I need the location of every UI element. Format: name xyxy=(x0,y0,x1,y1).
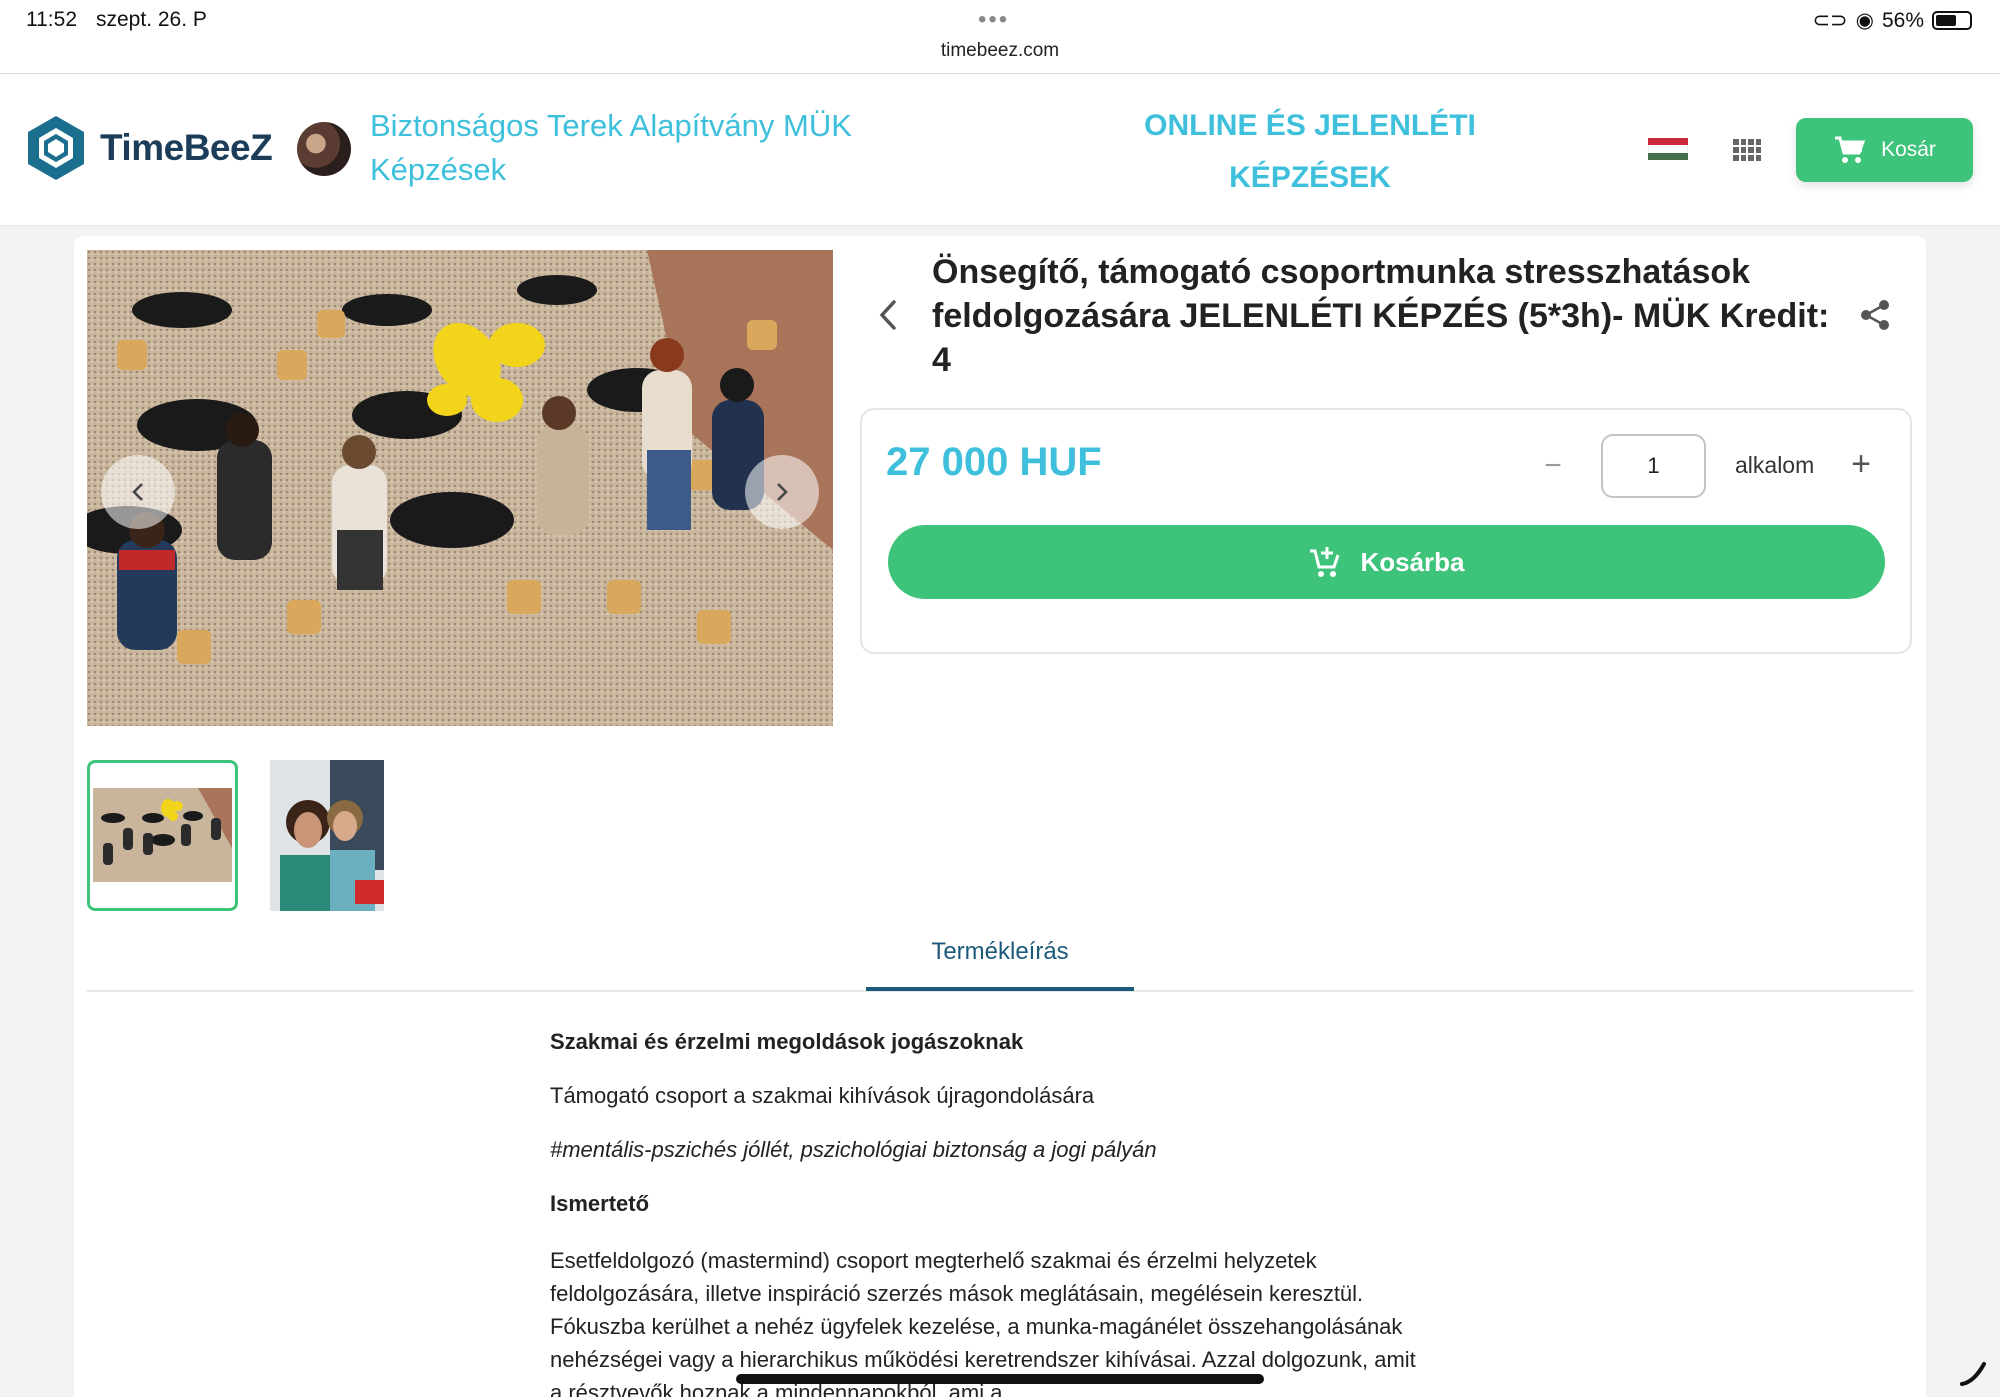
add-to-cart-button[interactable]: Kosárba xyxy=(888,525,1885,599)
product-title: Önsegítő, támogató csoportmunka stresszh… xyxy=(932,253,1830,379)
tab-active-indicator xyxy=(866,987,1134,991)
group-photo xyxy=(87,250,833,726)
rotation-lock-icon: ◉ xyxy=(1855,9,1874,32)
status-time: 11:52 xyxy=(26,8,77,31)
product-main-image[interactable] xyxy=(87,250,833,726)
status-bar: 11:52 szept. 26. P ••• timebeez.com ⊂⊃ ◉… xyxy=(0,0,2000,74)
back-chevron-icon[interactable] xyxy=(874,298,904,332)
next-image-button[interactable] xyxy=(745,455,819,529)
thumbnail-2[interactable] xyxy=(270,760,384,911)
add-cart-icon xyxy=(1310,547,1340,577)
nav-title[interactable]: ONLINE ÉS JELENLÉTI KÉPZÉSEK xyxy=(1110,100,1510,204)
product-description: Szakmai és érzelmi megoldások jogászokna… xyxy=(550,1028,1430,1397)
more-dots-icon[interactable]: ••• xyxy=(978,6,1009,34)
share-icon[interactable] xyxy=(1858,298,1892,332)
apps-grid-icon[interactable] xyxy=(1733,139,1761,161)
thumbnail-1-image xyxy=(93,788,232,882)
description-heading: Szakmai és érzelmi megoldások jogászokna… xyxy=(550,1029,1024,1054)
address-bar-url[interactable]: timebeez.com xyxy=(0,40,2000,62)
prev-image-button[interactable] xyxy=(101,455,175,529)
org-title[interactable]: Biztonságos Terek Alapítvány MÜK Képzése… xyxy=(370,104,930,192)
battery-icon xyxy=(1932,11,1972,30)
add-to-cart-label: Kosárba xyxy=(1360,546,1465,577)
chevron-right-icon xyxy=(777,483,788,501)
tab-product-description[interactable]: Termékleírás xyxy=(866,938,1134,990)
brand-name: TimeBeeZ xyxy=(100,127,273,168)
description-subtitle: Támogató csoport a szakmai kihívások újr… xyxy=(550,1083,1095,1108)
status-date: szept. 26. P xyxy=(96,8,207,31)
quantity-unit: alkalom xyxy=(1735,452,1815,478)
home-indicator[interactable] xyxy=(736,1374,1264,1384)
plus-icon[interactable]: + xyxy=(1846,446,1876,482)
thumbnail-2-image xyxy=(270,760,384,911)
description-hashtag: #mentális-pszichés jóllét, pszichológiai… xyxy=(550,1137,1157,1162)
site-header: TimeBeeZ Biztonságos Terek Alapítvány MÜ… xyxy=(0,74,2000,226)
product-price: 27 000 HUF xyxy=(886,440,1102,484)
section-title: Ismertető xyxy=(550,1191,650,1216)
org-avatar[interactable] xyxy=(297,122,351,176)
thumbnail-1[interactable] xyxy=(87,760,238,911)
minus-icon[interactable]: − xyxy=(1540,450,1566,482)
pencil-scribble-icon[interactable] xyxy=(1958,1358,1988,1388)
logo-hexagon-icon xyxy=(28,116,84,180)
cart-label: Kosár xyxy=(1881,138,1936,161)
battery-percent: 56% xyxy=(1881,8,1924,32)
cart-button[interactable]: Kosár xyxy=(1796,118,1973,182)
status-indicators: ⊂⊃ ◉ 56% xyxy=(1812,8,1972,33)
quantity-input[interactable] xyxy=(1601,434,1706,498)
cart-icon xyxy=(1835,136,1866,163)
hungarian-flag-icon[interactable] xyxy=(1648,138,1688,160)
link-icon: ⊂⊃ xyxy=(1812,9,1848,32)
brand-logo[interactable]: TimeBeeZ xyxy=(26,114,273,182)
chevron-left-icon xyxy=(132,483,143,501)
